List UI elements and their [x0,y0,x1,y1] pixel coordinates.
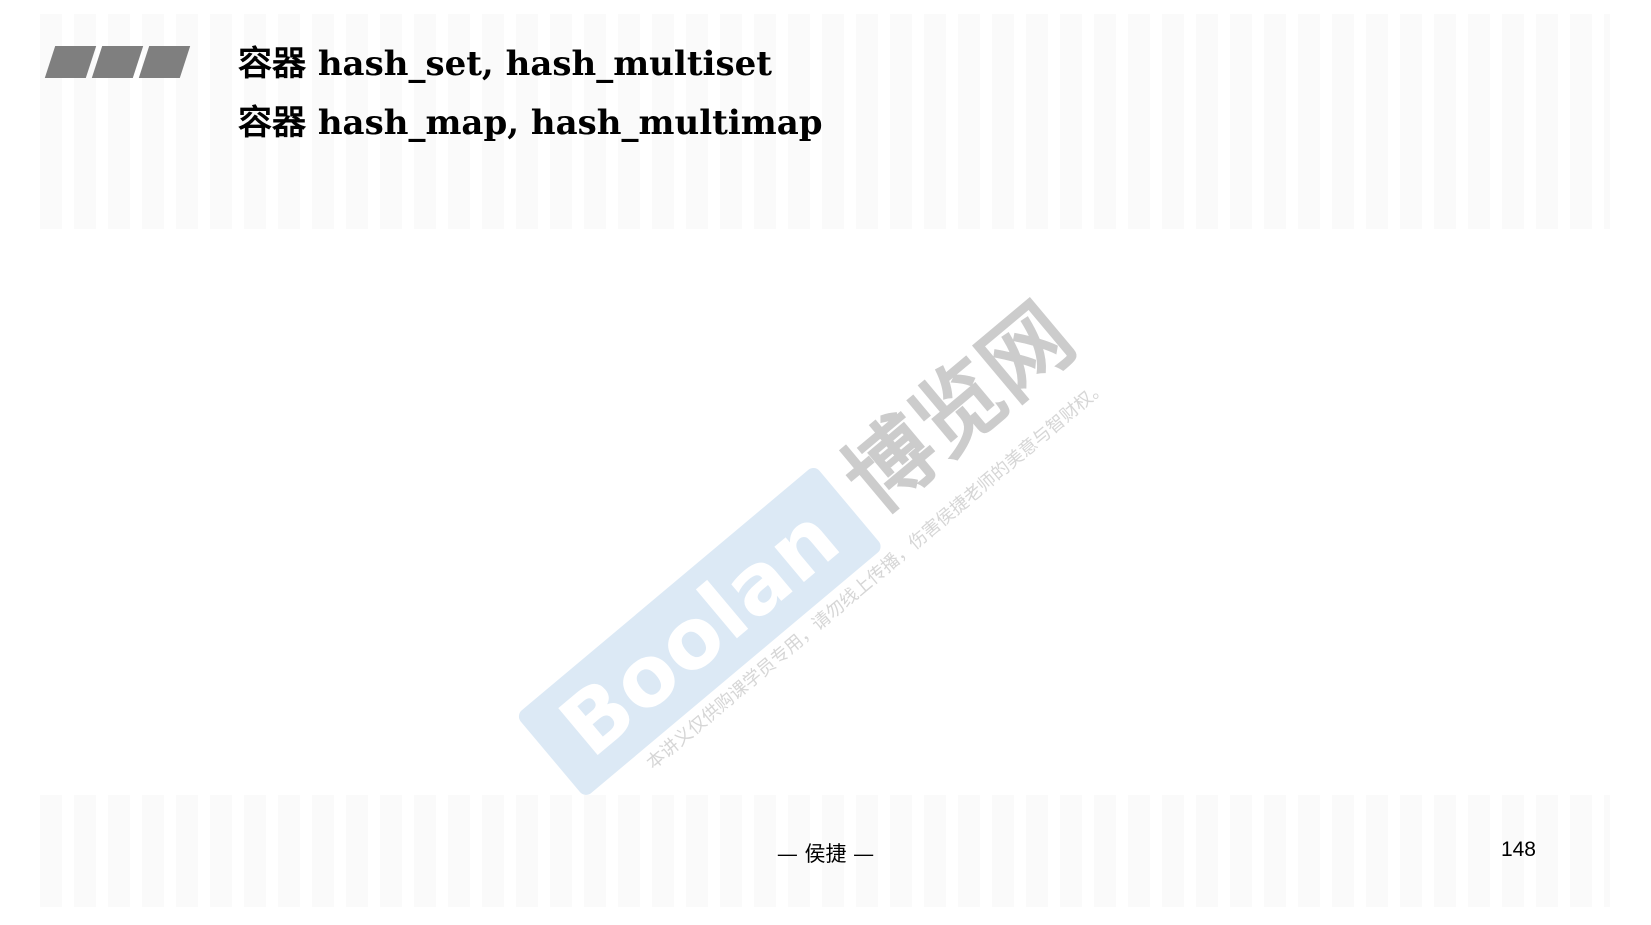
decoration-bar [138,46,191,78]
slide: 容器 hash_set, hash_multiset 容器 hash_map, … [0,0,1651,925]
watermark: Boolan 博览网 本讲义仅供购课学员专用，请勿线上传播，伤害侯捷老师的美意与… [490,222,1170,838]
watermark-logo: Boolan [515,464,884,799]
footer-author: — 侯捷 — [776,842,875,866]
title-decoration [44,46,191,78]
watermark-notice: 本讲义仅供购课学员专用，请勿线上传播，伤害侯捷老师的美意与智财权。 [642,375,1112,774]
slide-title-line-2: 容器 hash_map, hash_multimap [238,103,823,143]
decoration-bar [44,46,97,78]
slide-title-line-1: 容器 hash_set, hash_multiset [238,44,772,84]
decoration-bar [91,46,144,78]
watermark-brand: 博览网 [824,283,1094,533]
page-number: 148 [1500,838,1536,861]
